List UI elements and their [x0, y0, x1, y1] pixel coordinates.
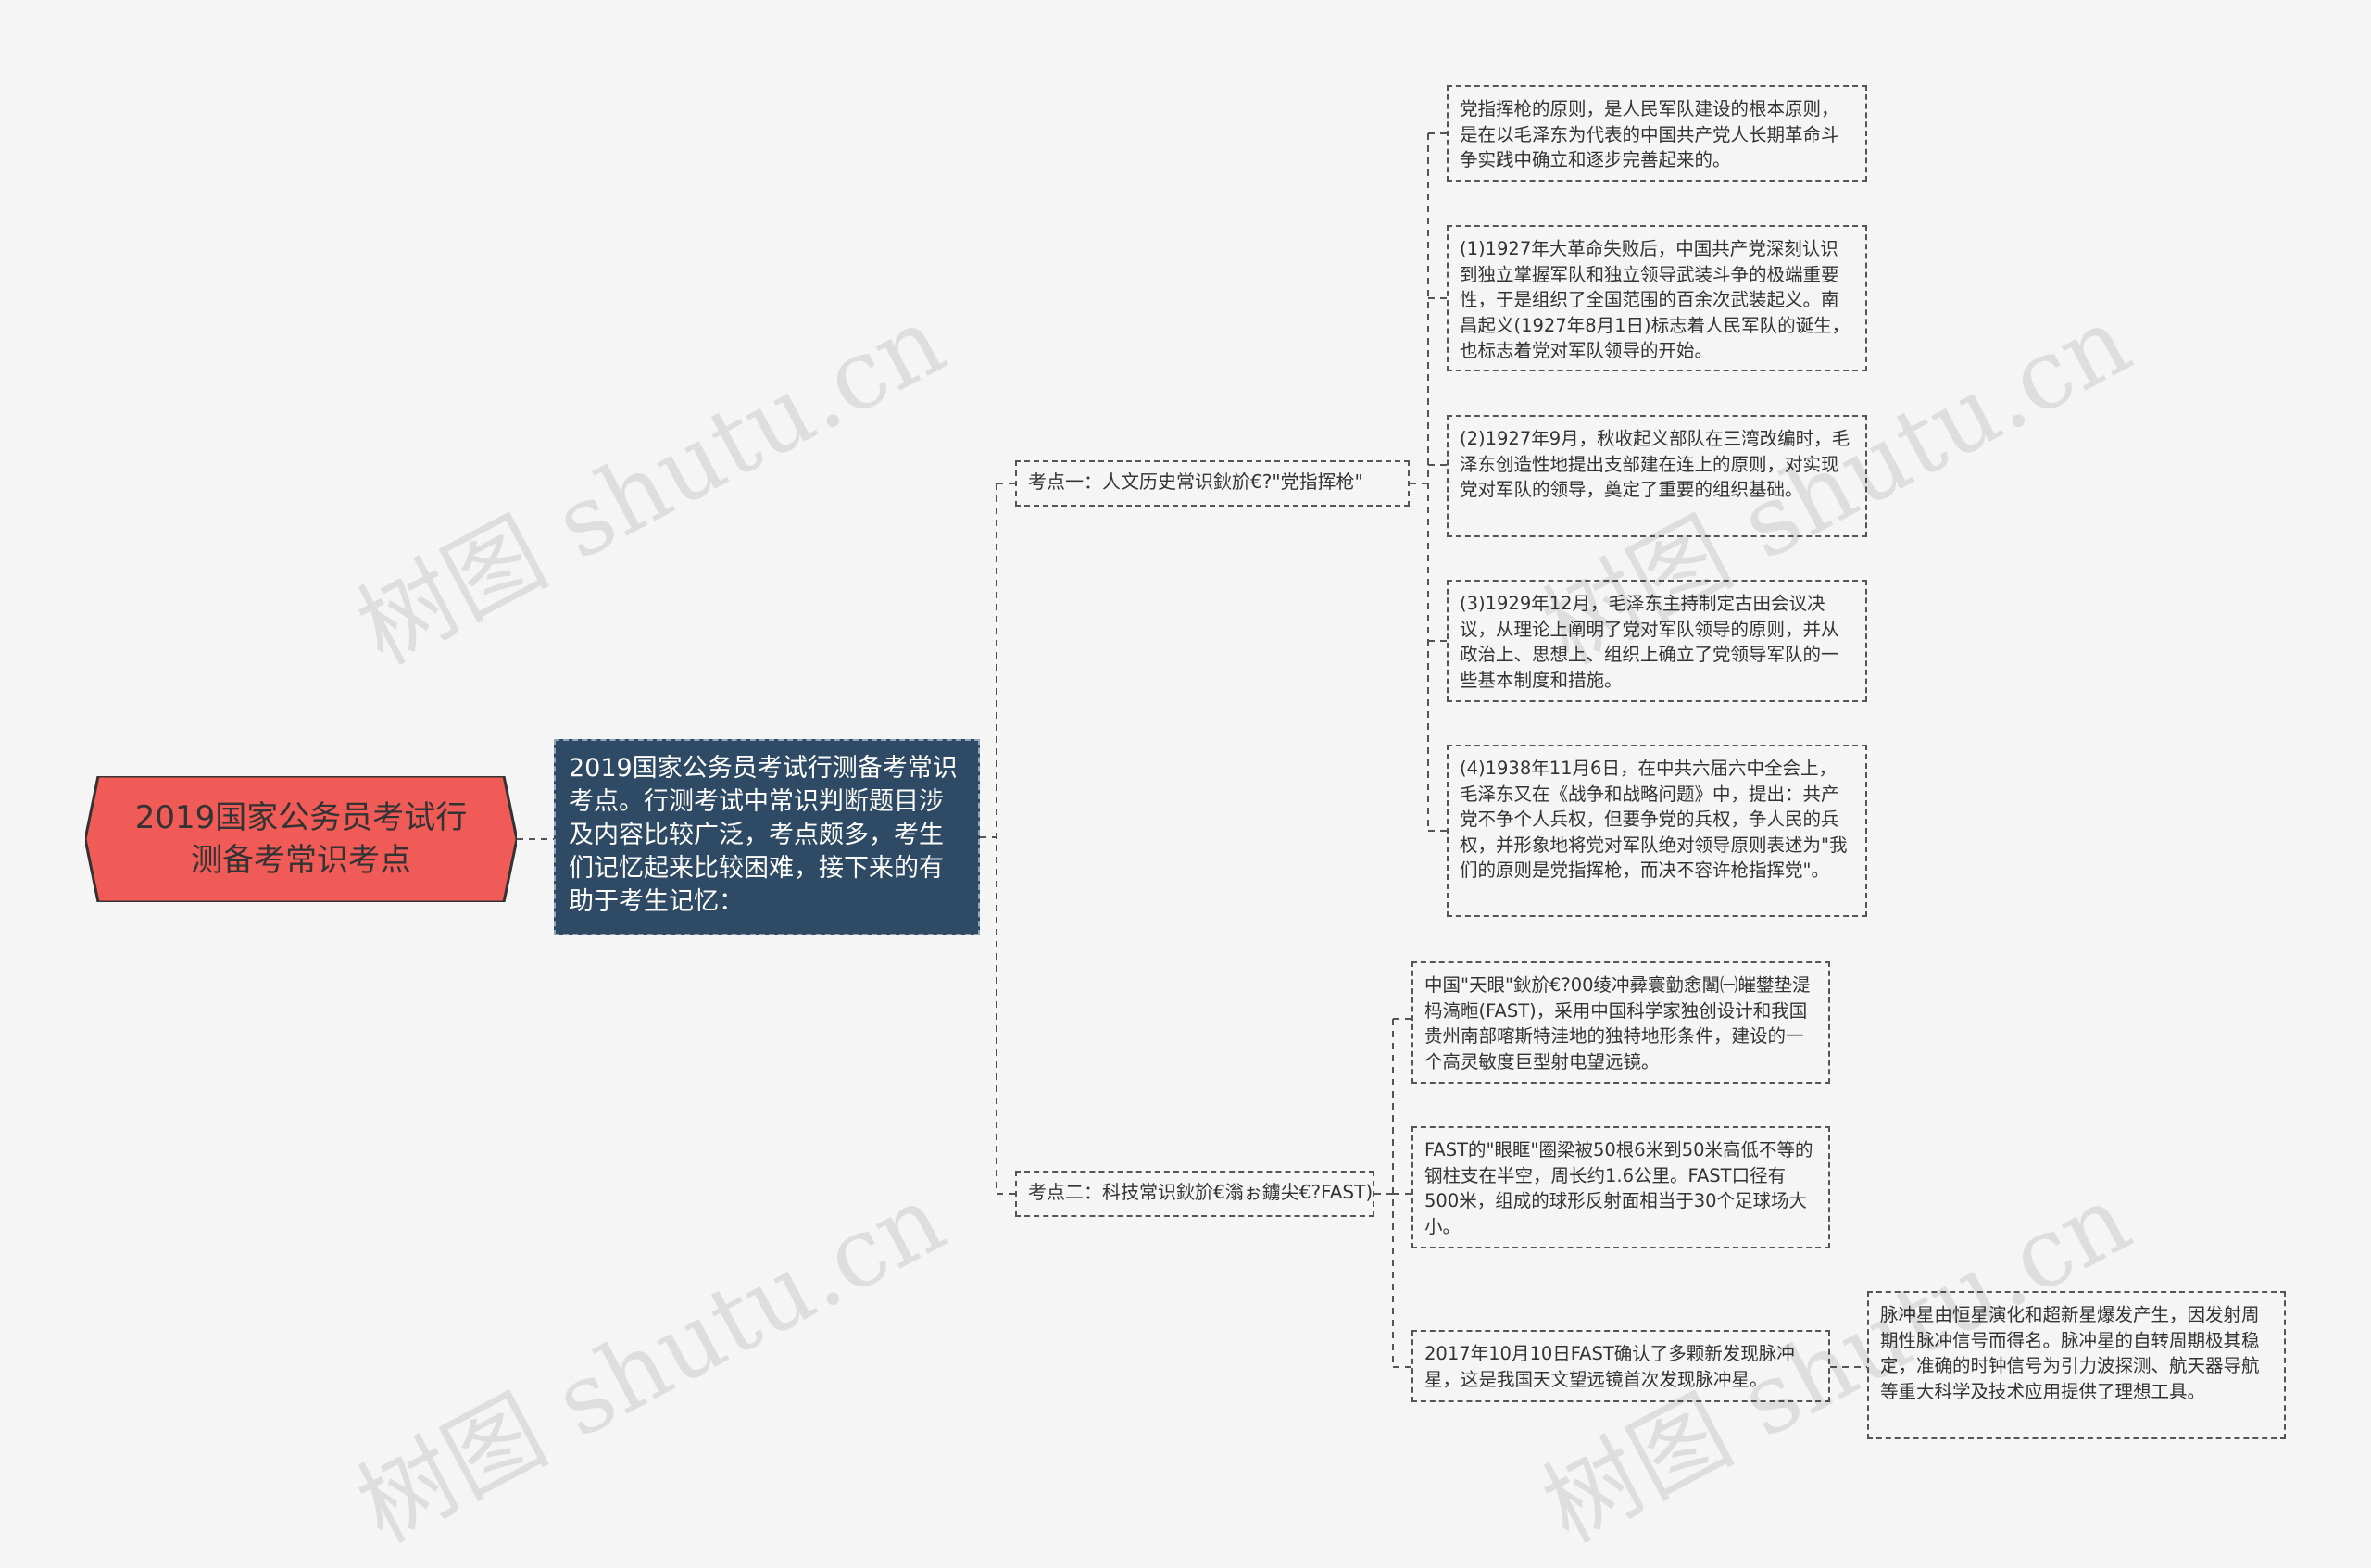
root-title: 2019国家公务员考试行测备考常识考点 [134, 799, 468, 879]
branch2-leaf-2[interactable]: FAST的"眼眶"圈梁被50根6米到50米高低不等的钢柱支在半空，周长约1.6公… [1411, 1126, 1830, 1248]
root-node[interactable]: 2019国家公务员考试行测备考常识考点 [85, 776, 517, 902]
branch2-label[interactable]: 考点二：科技常识鈥斺€滃ぉ鐪尖€?FAST) [1015, 1171, 1374, 1217]
branch2-leaf-1[interactable]: 中国"天眼"鈥斺€?00绫冲彛寰勭悆闈㈠皠鐢垫湜杩滈暅(FAST)，采用中国科学… [1411, 961, 1830, 1084]
branch1-label[interactable]: 考点一：人文历史常识鈥斺€?"党指挥枪" [1015, 460, 1410, 507]
branch1-leaf-2[interactable]: (1)1927年大革命失败后，中国共产党深刻认识到独立掌握军队和独立领导武装斗争… [1447, 225, 1867, 371]
branch1-leaf-5[interactable]: (4)1938年11月6日，在中共六届六中全会上，毛泽东又在《战争和战略问题》中… [1447, 745, 1867, 917]
branch1-leaf-1[interactable]: 党指挥枪的原则，是人民军队建设的根本原则，是在以毛泽东为代表的中国共产党人长期革… [1447, 85, 1867, 182]
center-node[interactable]: 2019国家公务员考试行测备考常识考点。行测考试中常识判断题目涉及内容比较广泛，… [554, 739, 980, 935]
